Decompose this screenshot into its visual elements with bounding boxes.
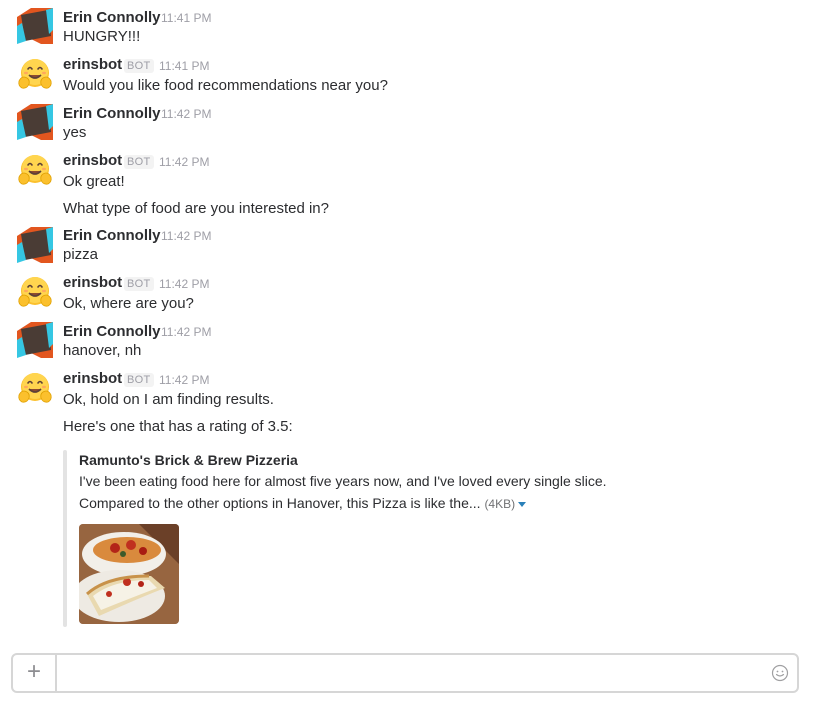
message-text: What type of food are you interested in? [63, 200, 329, 217]
smiley-icon[interactable] [771, 664, 789, 682]
message-text: pizza [63, 246, 99, 263]
user-avatar[interactable] [17, 322, 53, 358]
message-text: hanover, nh [63, 342, 142, 359]
expand-caret-icon[interactable] [518, 501, 527, 507]
message-text: Ok, hold on I am finding results. [63, 391, 274, 408]
attachment-bar [63, 450, 67, 627]
bot-avatar[interactable] [17, 57, 53, 93]
bot-badge: BOT [124, 277, 154, 291]
message-text: Ok, where are you? [63, 295, 194, 312]
sender-name[interactable]: Erin Connolly [63, 105, 161, 123]
sender-name[interactable]: Erin Connolly [63, 323, 161, 341]
user-avatar[interactable] [17, 104, 53, 140]
message-timestamp[interactable]: 11:41 PM [159, 57, 209, 75]
pizza-photo[interactable] [79, 524, 179, 624]
bot-badge: BOT [124, 373, 154, 387]
attachment-text: I've been eating food here for almost fi… [79, 473, 607, 489]
message-text: yes [63, 124, 87, 141]
sender-name[interactable]: erinsbot [63, 370, 122, 388]
user-avatar[interactable] [17, 8, 53, 44]
attachment-text: Compared to the other options in Hanover… [79, 495, 481, 511]
message-timestamp[interactable]: 11:42 PM [159, 371, 209, 389]
sender-name[interactable]: Erin Connolly [63, 227, 161, 245]
message-timestamp[interactable]: 11:42 PM [159, 153, 209, 171]
message-timestamp[interactable]: 11:41 PM [161, 9, 211, 27]
message-text: HUNGRY!!! [63, 28, 141, 45]
message-timestamp[interactable]: 11:42 PM [159, 275, 209, 293]
user-avatar[interactable] [17, 227, 53, 263]
sender-name[interactable]: erinsbot [63, 56, 122, 74]
attachment-text-truncated: Compared to the other options in Hanover… [79, 493, 527, 514]
sender-name[interactable]: erinsbot [63, 152, 122, 170]
message-timestamp[interactable]: 11:42 PM [161, 227, 211, 245]
message-text: Would you like food recommendations near… [63, 77, 388, 94]
attachment-title[interactable]: Ramunto's Brick & Brew Pizzeria [79, 451, 298, 469]
message-text: Ok great! [63, 173, 125, 190]
message-composer: + [11, 653, 799, 693]
sender-name[interactable]: erinsbot [63, 274, 122, 292]
bot-avatar[interactable] [17, 371, 53, 407]
bot-badge: BOT [124, 155, 154, 169]
file-size: (4KB) [484, 497, 516, 511]
bot-avatar[interactable] [17, 153, 53, 189]
message-text: Here's one that has a rating of 3.5: [63, 418, 293, 435]
plus-icon[interactable]: + [13, 655, 57, 691]
sender-name[interactable]: Erin Connolly [63, 9, 161, 27]
message-timestamp[interactable]: 11:42 PM [161, 105, 211, 123]
bot-avatar[interactable] [17, 275, 53, 311]
message-timestamp[interactable]: 11:42 PM [161, 323, 211, 341]
bot-badge: BOT [124, 59, 154, 73]
message-input[interactable] [57, 655, 757, 691]
